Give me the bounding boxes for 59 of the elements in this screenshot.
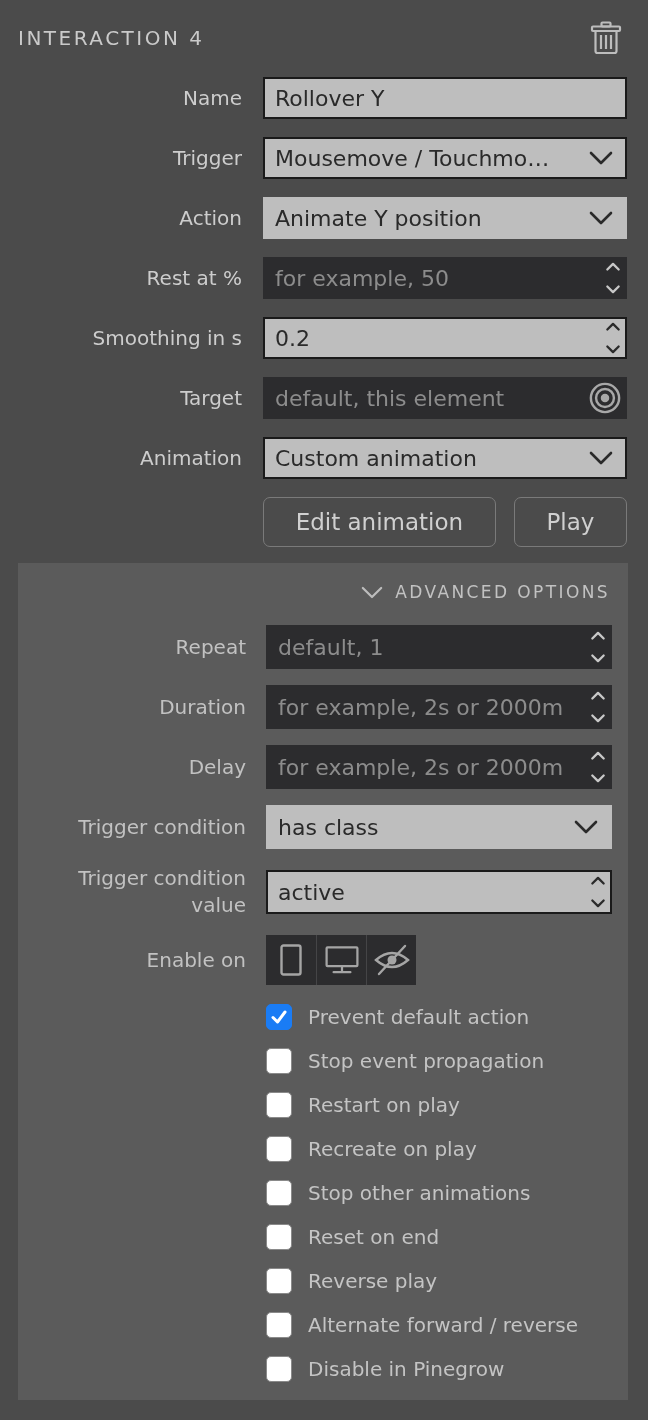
dropdown-select[interactable]: Animate Y position	[263, 197, 627, 239]
dropdown-select[interactable]: has class	[266, 805, 612, 849]
number-input[interactable]: 0.2	[263, 317, 627, 359]
checkbox-label: Disable in Pinegrow	[308, 1357, 505, 1381]
number-input[interactable]: active	[266, 870, 612, 914]
number-input[interactable]: for example, 2s or 2000m	[266, 685, 612, 729]
number-input[interactable]: default, 1	[266, 625, 612, 669]
checkmark-icon	[271, 1010, 287, 1024]
monitor-icon	[324, 946, 359, 974]
field-label: Trigger	[173, 144, 242, 172]
chevron-down-icon	[589, 151, 613, 165]
field-label: Animation	[140, 444, 242, 472]
checkbox[interactable]	[266, 1268, 292, 1294]
chevron-down-icon	[589, 451, 613, 465]
text-input[interactable]: Rollover Y	[263, 77, 627, 119]
field-label: Target	[180, 384, 242, 412]
chevron-down-icon	[574, 820, 598, 834]
field-label: Delay	[188, 753, 246, 781]
number-input[interactable]: for example, 2s or 2000m	[266, 745, 612, 789]
field-label: Rest at %	[146, 264, 242, 292]
field-label: Smoothing in s	[92, 324, 242, 352]
field-label: Duration	[159, 693, 246, 721]
field-label: Repeat	[175, 633, 246, 661]
panel-title: INTERACTION 4	[18, 26, 205, 50]
trash-icon[interactable]	[590, 21, 622, 55]
dropdown-select[interactable]: Mousemove / Touchmo…	[263, 137, 627, 179]
advanced-options-toggle[interactable]: ADVANCED OPTIONS	[361, 581, 610, 603]
dropdown-select[interactable]: Custom animation	[263, 437, 627, 479]
field-label: Name	[183, 84, 242, 112]
checkbox[interactable]	[266, 1312, 292, 1338]
chevron-down-icon	[589, 211, 613, 225]
checkbox[interactable]	[266, 1224, 292, 1250]
stepper-arrows-icon[interactable]	[590, 875, 606, 909]
field-label: Action	[179, 204, 242, 232]
number-input[interactable]: for example, 50	[263, 257, 627, 299]
checkbox[interactable]	[266, 1136, 292, 1162]
checkbox-label: Reset on end	[308, 1225, 440, 1249]
checkbox-label: Restart on play	[308, 1093, 460, 1117]
field-label: Trigger condition value	[77, 865, 246, 919]
target-icon[interactable]	[589, 382, 621, 414]
checkbox[interactable]	[266, 1004, 292, 1030]
checkbox[interactable]	[266, 1356, 292, 1382]
field-label: Enable on	[146, 946, 246, 974]
checkbox[interactable]	[266, 1180, 292, 1206]
checkbox-label: Recreate on play	[308, 1137, 477, 1161]
target-input[interactable]: default, this element	[263, 377, 627, 419]
outline-button[interactable]: Edit animation	[263, 497, 496, 547]
checkbox[interactable]	[266, 1048, 292, 1074]
field-label: Trigger condition	[78, 813, 246, 841]
checkbox-label: Alternate forward / reverse	[308, 1313, 578, 1337]
phone-icon	[280, 944, 302, 976]
checkbox-label: Stop event propagation	[308, 1049, 545, 1073]
checkbox-label: Reverse play	[308, 1269, 438, 1293]
checkbox-label: Stop other animations	[308, 1181, 531, 1205]
eye-slash-icon	[373, 944, 410, 976]
stepper-arrows-icon[interactable]	[605, 321, 621, 355]
checkbox-label: Prevent default action	[308, 1005, 530, 1029]
outline-button[interactable]: Play	[513, 497, 627, 547]
checkbox[interactable]	[266, 1092, 292, 1118]
